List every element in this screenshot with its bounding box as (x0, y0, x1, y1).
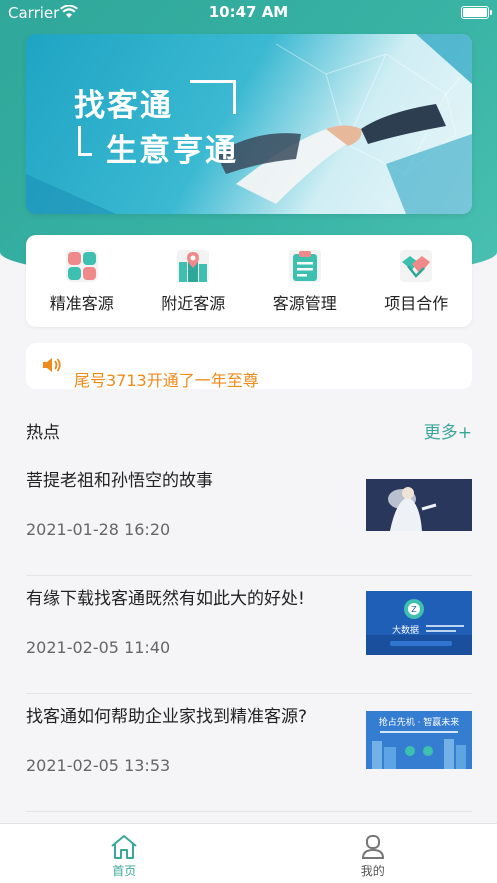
news-item[interactable]: 菩提老祖和孙悟空的故事 2021-01-28 16:20 (26, 466, 472, 576)
menu-item-label: 客源管理 (272, 294, 337, 313)
tab-label: 我的 (360, 864, 385, 878)
news-thumbnail: Z 大数据 (366, 591, 472, 655)
tab-label: 首页 (112, 864, 137, 878)
news-title: 有缘下载找客通既然有如此大的好处! (26, 589, 305, 609)
news-date: 2021-02-05 13:53 (26, 756, 171, 775)
home-icon (111, 835, 137, 859)
promo-banner[interactable]: 找客通 生意亨通 (26, 34, 472, 214)
svg-text:Z: Z (411, 605, 417, 614)
menu-item-label: 项目合作 (384, 294, 449, 313)
tab-mine[interactable]: 我的 (249, 824, 497, 883)
banner-title: 找客通 (74, 88, 173, 124)
hot-section-header: 热点 更多+ (26, 418, 472, 443)
map-pin-icon (177, 250, 210, 282)
profile-icon (361, 835, 384, 859)
news-title: 菩提老祖和孙悟空的故事 (26, 471, 213, 491)
status-bar: Carrier 10:47 AM (0, 0, 497, 28)
thumb-label: 抢占先机 · 智赢未来 (379, 716, 460, 728)
speaker-icon (43, 358, 61, 372)
section-title: 热点 (26, 423, 60, 443)
thumb-label: 大数据 (392, 624, 419, 636)
news-item[interactable]: 找客通如何帮助企业家找到精准客源? 2021-02-05 13:53 抢占先机 … (26, 702, 472, 812)
news-date: 2021-02-05 11:40 (26, 638, 171, 657)
news-thumbnail (366, 479, 472, 531)
clipboard-icon (288, 250, 321, 282)
menu-item-nearby-leads[interactable]: 附近客源 (143, 248, 243, 314)
notice-text: 尾号3713开通了一年至尊 (74, 371, 259, 390)
clock: 10:47 AM (208, 3, 289, 21)
tab-home[interactable]: 首页 (0, 824, 249, 883)
feature-menu: 精准客源 附近客源 客源管理 项目合作 (26, 235, 472, 327)
banner-bracket (190, 80, 236, 114)
news-thumbnail: 抢占先机 · 智赢未来 (366, 711, 472, 769)
menu-item-project-cooperation[interactable]: 项目合作 (366, 248, 466, 314)
menu-item-label: 附近客源 (161, 294, 226, 313)
menu-item-lead-management[interactable]: 客源管理 (255, 248, 355, 314)
banner-subtitle: 生意亨通 (106, 133, 238, 169)
news-item[interactable]: 有缘下载找客通既然有如此大的好处! 2021-02-05 11:40 Z 大数据 (26, 584, 472, 694)
news-title: 找客通如何帮助企业家找到精准客源? (26, 707, 308, 727)
battery-icon (461, 6, 492, 19)
more-link[interactable]: 更多+ (424, 418, 472, 443)
tab-bar: 首页 我的 (0, 823, 497, 883)
grid-icon (65, 250, 98, 282)
menu-item-precise-leads[interactable]: 精准客源 (32, 248, 132, 314)
notice-bar[interactable]: 尾号3713开通了一年至尊 (26, 343, 472, 390)
menu-item-label: 精准客源 (49, 294, 114, 313)
news-date: 2021-01-28 16:20 (26, 520, 171, 539)
banner-bracket (78, 126, 92, 156)
handshake-icon (400, 250, 433, 282)
